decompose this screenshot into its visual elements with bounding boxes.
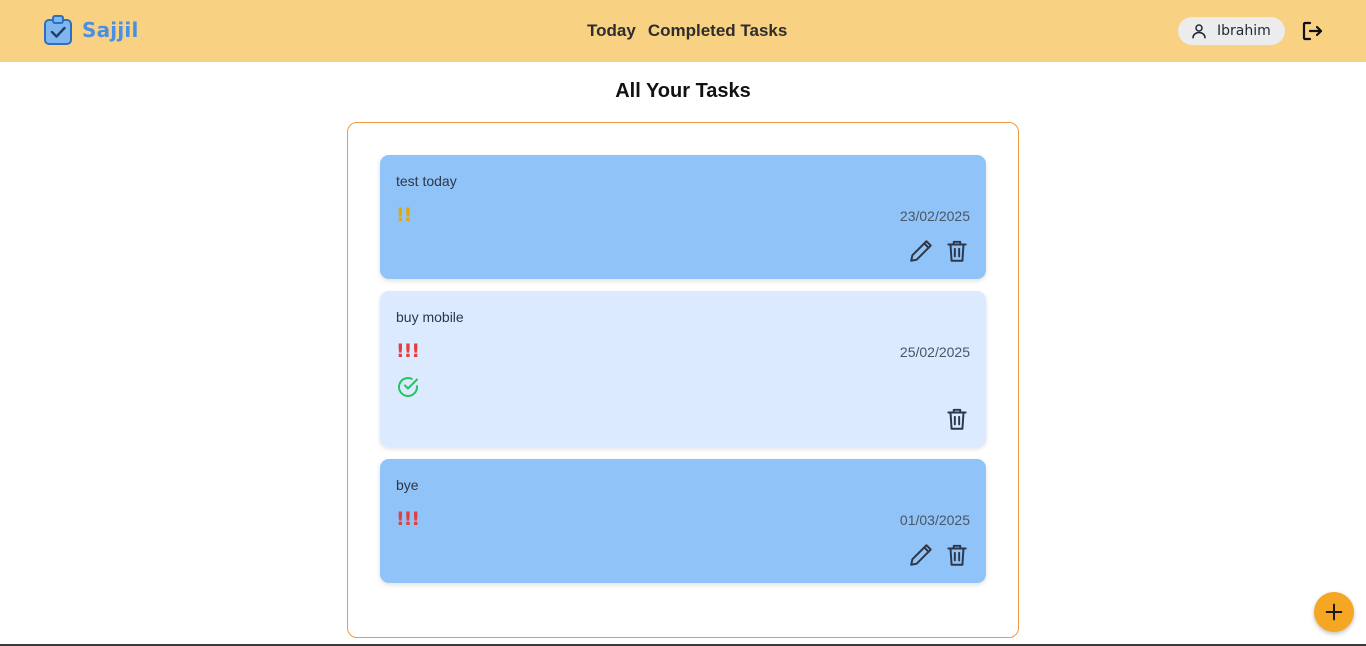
task-card: buy mobile !!! 25/02/2025 bbox=[380, 291, 986, 447]
task-list-panel: test today !! 23/02/2025 buy mobile !!! … bbox=[347, 122, 1019, 638]
priority-indicator: !! bbox=[396, 204, 412, 226]
user-name: Ibrahim bbox=[1217, 23, 1271, 39]
task-date: 23/02/2025 bbox=[899, 208, 970, 224]
edit-task-button[interactable] bbox=[908, 238, 934, 264]
brand-name: Sajjil bbox=[82, 18, 139, 42]
logout-button[interactable] bbox=[1300, 19, 1324, 43]
delete-task-button[interactable] bbox=[944, 406, 970, 432]
task-card: test today !! 23/02/2025 bbox=[380, 155, 986, 279]
add-task-button[interactable] bbox=[1314, 592, 1354, 632]
task-card: bye !!! 01/03/2025 bbox=[380, 459, 986, 583]
task-date: 01/03/2025 bbox=[899, 512, 970, 528]
nav-link-completed-tasks[interactable]: Completed Tasks bbox=[648, 21, 788, 41]
page-title: All Your Tasks bbox=[615, 80, 751, 102]
logout-icon bbox=[1302, 21, 1323, 41]
clipboard-check-logo-icon bbox=[44, 15, 72, 45]
completed-check-icon bbox=[396, 375, 420, 399]
top-navbar: Sajjil Today Completed Tasks Ibrahim bbox=[0, 0, 1366, 62]
pencil-icon bbox=[910, 544, 932, 566]
pencil-icon bbox=[910, 240, 932, 262]
priority-indicator: !!! bbox=[396, 340, 420, 362]
brand-link[interactable]: Sajjil bbox=[42, 14, 139, 46]
trash-icon bbox=[947, 544, 967, 566]
delete-task-button[interactable] bbox=[944, 542, 970, 568]
user-icon bbox=[1192, 24, 1206, 39]
main-nav: Today Completed Tasks bbox=[587, 21, 787, 41]
user-profile-button[interactable]: Ibrahim bbox=[1178, 17, 1285, 45]
trash-icon bbox=[947, 240, 967, 262]
plus-icon bbox=[1325, 603, 1343, 621]
task-title: buy mobile bbox=[396, 309, 464, 325]
trash-icon bbox=[947, 408, 967, 430]
edit-task-button[interactable] bbox=[908, 542, 934, 568]
task-title: bye bbox=[396, 477, 419, 493]
delete-task-button[interactable] bbox=[944, 238, 970, 264]
priority-indicator: !!! bbox=[396, 508, 420, 530]
nav-link-today[interactable]: Today bbox=[587, 21, 636, 41]
task-date: 25/02/2025 bbox=[899, 344, 970, 360]
task-title: test today bbox=[396, 173, 457, 189]
